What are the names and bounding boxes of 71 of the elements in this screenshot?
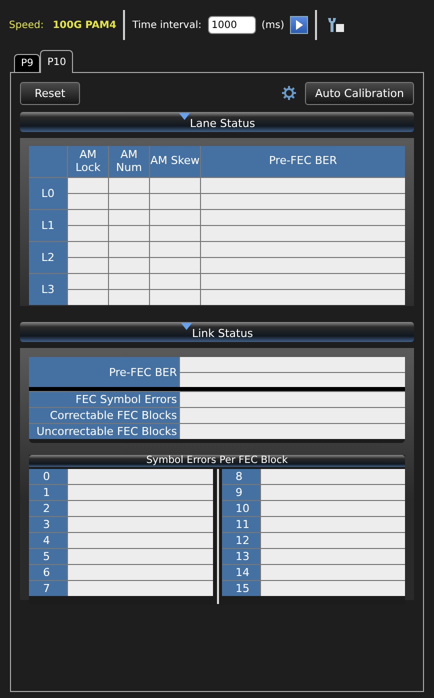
interval-label: Time interval: [132,20,202,30]
table-cell [68,178,108,193]
table-title: Symbol Errors Per FEC Block [29,455,405,467]
table-cell [68,226,108,241]
row-header: L1 [29,210,67,241]
speed-label: Speed: [9,20,44,30]
caret-icon [178,113,190,120]
row-header: 2 [29,501,67,516]
table-cell [150,194,200,209]
row-header: L3 [29,274,67,305]
row-header: 10 [222,501,260,516]
unit-label: (ms) [262,20,284,30]
row-header: 1 [29,485,67,500]
row-header: 15 [222,581,260,596]
table-cell [68,242,108,257]
table-cell [150,210,200,225]
row-header: 4 [29,533,67,548]
wrench-icon[interactable] [327,17,346,33]
table-cell [150,258,200,273]
table-cell [68,290,108,305]
column-header: Pre-FEC BER [201,146,405,177]
table-cell [68,194,108,209]
table-cell [109,226,149,241]
tab[interactable]: P10 [40,50,74,73]
table-cell [68,274,108,289]
row-header: L0 [29,178,67,209]
table-cell [68,210,108,225]
tab[interactable]: P9 [14,54,40,72]
caret-icon [180,323,192,330]
table-cell [109,290,149,305]
table-cell [150,290,200,305]
row-header: 5 [29,549,67,564]
table-cell [109,178,149,193]
table-cell [150,274,200,289]
table-cell [109,194,149,209]
row-header: 8 [222,469,260,484]
row-header: Pre-FEC BER [29,357,179,387]
column-header: AM Num [109,146,149,177]
column-header: AM Skew [150,146,200,177]
row-header: 6 [29,565,67,580]
play-button[interactable] [290,16,308,34]
table-cell [109,274,149,289]
row-header: L2 [29,242,67,273]
row-header: Uncorrectable FEC Blocks [29,424,179,439]
row-header: 11 [222,517,260,532]
table-cell [109,210,149,225]
table-header-cell [29,146,67,177]
table-cell [150,178,200,193]
section-header[interactable]: Link Status [20,322,414,342]
row-header: 14 [222,565,260,580]
gear-icon[interactable] [281,85,298,101]
section-header[interactable]: Lane Status [20,112,414,132]
row-header: Correctable FEC Blocks [29,408,179,423]
row-header: FEC Symbol Errors [29,392,179,407]
row-header: 9 [222,485,260,500]
column-header: AM Lock [68,146,108,177]
row-header: 0 [29,469,67,484]
row-header: 3 [29,517,67,532]
row-header: 7 [29,581,67,596]
reset-button[interactable]: Reset [20,82,80,104]
interval-field[interactable]: 1000 [208,16,256,34]
table-cell [150,242,200,257]
table-cell [109,242,149,257]
auto-calibration-button[interactable]: Auto Calibration [305,82,414,104]
table-cell [150,226,200,241]
row-header: 12 [222,533,260,548]
row-header: 13 [222,549,260,564]
table-cell [109,258,149,273]
play-icon [295,20,304,30]
table-cell [68,258,108,273]
speed-value: 100G PAM4 [52,20,116,30]
